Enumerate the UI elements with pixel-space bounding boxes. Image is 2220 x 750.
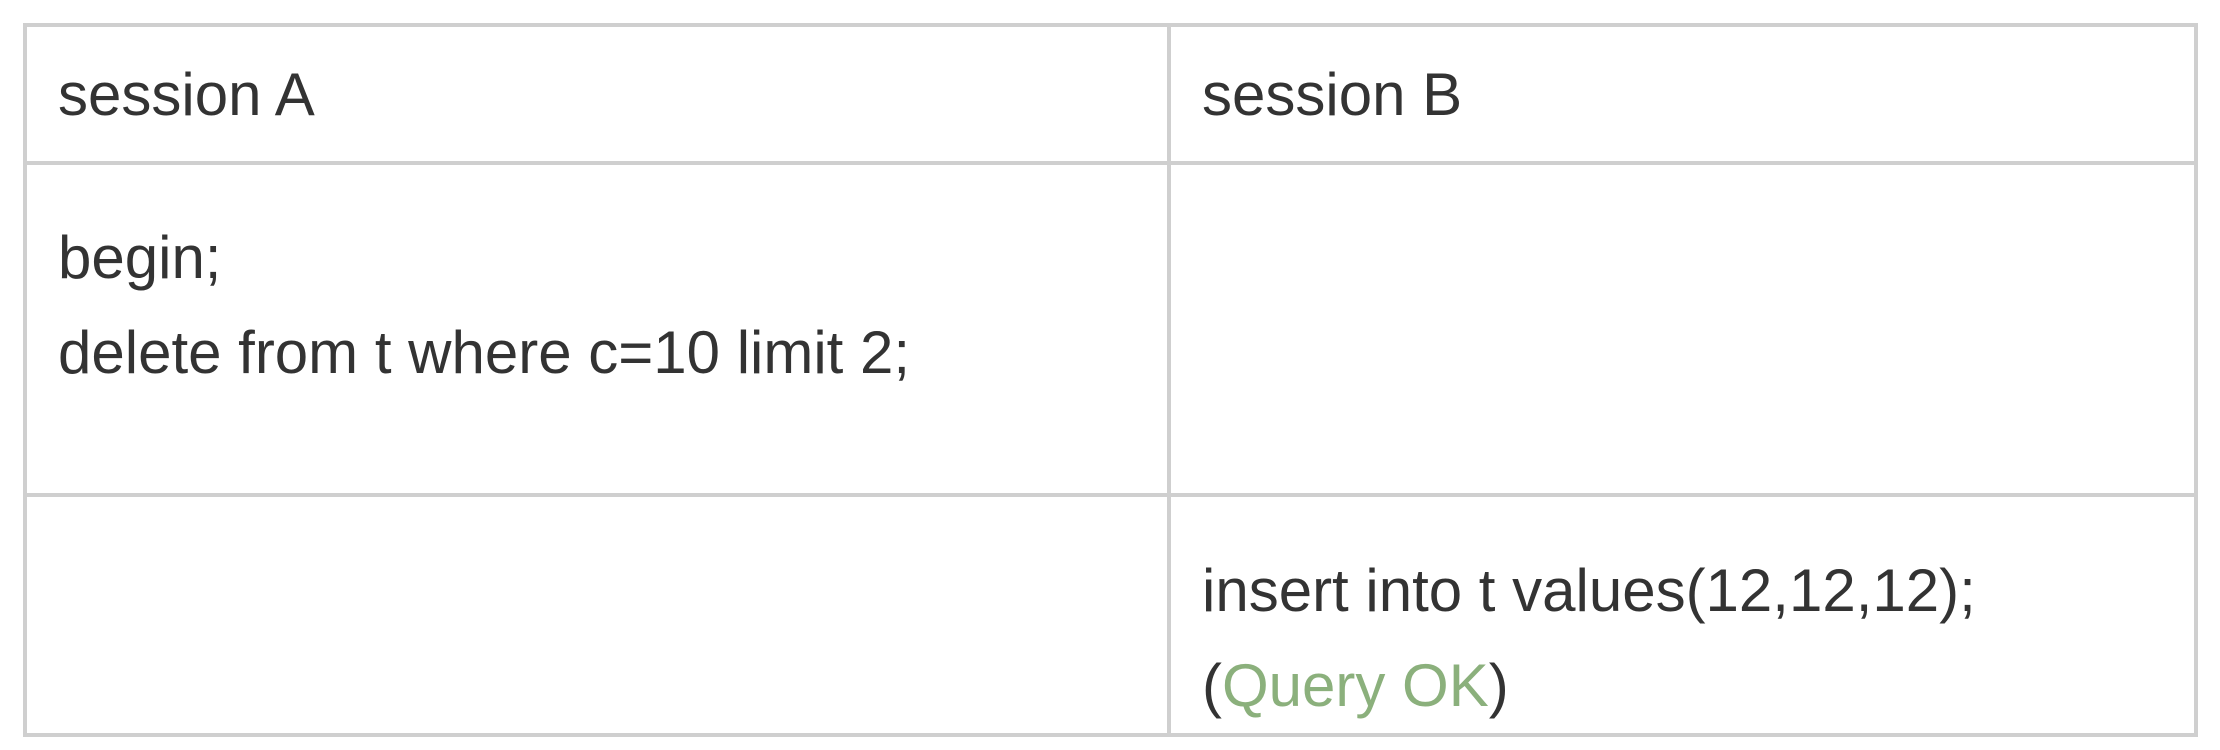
query-result: (Query OK) [1202, 638, 2192, 731]
header-session-a: session A [23, 23, 1171, 165]
cell-session-b-step-2: insert into t values(12,12,12); (Query O… [1167, 493, 2198, 737]
paren-open: ( [1202, 652, 1222, 719]
header-session-b: session B [1167, 23, 2198, 165]
sql-statement: begin; [58, 224, 222, 291]
sql-statement: insert into t values(12,12,12); [1202, 557, 1976, 624]
sql-statement: delete from t where c=10 limit 2; [58, 319, 911, 386]
cell-session-a-step-1: begin; delete from t where c=10 limit 2; [23, 161, 1171, 497]
table-row: begin; delete from t where c=10 limit 2; [23, 161, 2198, 497]
cell-session-a-step-2 [23, 493, 1171, 737]
table-row: insert into t values(12,12,12); (Query O… [23, 493, 2198, 737]
cell-session-b-step-1 [1167, 161, 2198, 497]
table-header-row: session A session B [23, 23, 2198, 165]
paren-close: ) [1488, 652, 1509, 719]
session-table: session A session B begin; delete from t… [23, 23, 2198, 737]
status-ok-text: Query OK [1221, 652, 1489, 719]
